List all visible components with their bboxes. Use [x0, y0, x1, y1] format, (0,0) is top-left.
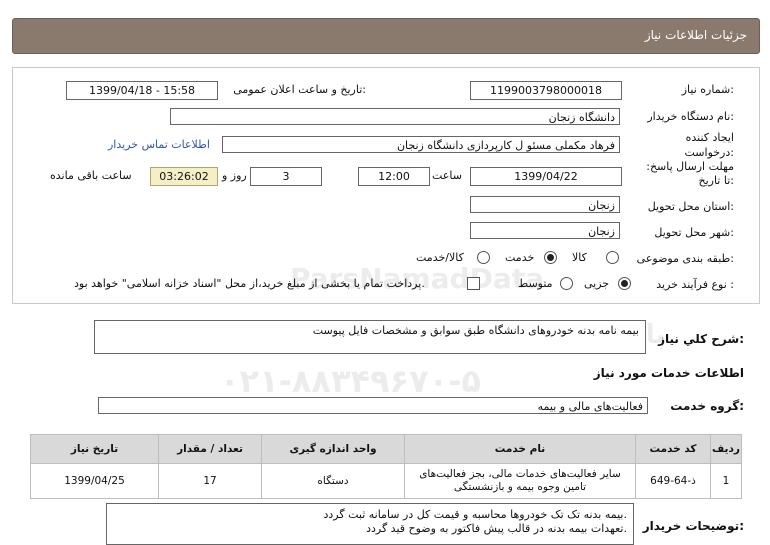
creator-field: فرهاد مکملی مسئو ل کارپردازی دانشگاه زنج…	[222, 136, 620, 153]
category-service-label: خدمت	[505, 251, 535, 264]
buyer-contact-link[interactable]: اطلاعات تماس خریدار	[108, 138, 210, 151]
col-unit: واحد اندازه گیری	[261, 434, 405, 464]
col-date: تاریخ نیاز	[30, 434, 159, 464]
city-label: شهر محل تحویل:	[654, 226, 734, 239]
need-number-field: 1199003798000018	[470, 81, 622, 100]
cell-unit: دستگاه	[261, 463, 405, 499]
table-header-row: ردیف کد خدمت نام خدمت واحد اندازه گیری ت…	[30, 434, 742, 464]
buyer-notes-line2: تعهدات بیمه بدنه در قالب پیش فاکتور به و…	[366, 522, 627, 535]
cell-qty: 17	[158, 463, 262, 499]
cell-date: 1399/04/25	[30, 463, 159, 499]
process-medium-radio[interactable]	[560, 277, 573, 290]
process-minor-label: جزیی	[584, 277, 610, 290]
process-medium-label: متوسط	[518, 277, 553, 290]
col-code: کد خدمت	[635, 434, 711, 464]
page-title: جزئیات اطلاعات نیاز	[644, 28, 747, 42]
category-both-label: کالا/خدمت	[416, 251, 464, 264]
cell-name: سایر فعالیت‌های خدمات مالی، بجز فعالیت‌ه…	[404, 463, 636, 499]
buyer-notes-line1: بیمه بدنه تک تک خودروها محاسبه و قیمت کل…	[323, 508, 627, 521]
col-qty: تعداد / مقدار	[158, 434, 262, 464]
col-row: ردیف	[710, 434, 742, 464]
services-table: ردیف کد خدمت نام خدمت واحد اندازه گیری ت…	[30, 434, 742, 499]
province-label: استان محل تحویل:	[647, 200, 734, 213]
province-field: زنجان	[470, 196, 620, 213]
deadline-label: مهلت ارسال پاسخ: تا تاریخ:	[646, 160, 734, 187]
buyer-field: دانشگاه زنجان	[170, 108, 620, 125]
treasury-payment-text: پرداخت تمام یا بخشی از مبلغ خرید،از محل …	[74, 277, 425, 290]
need-number-label: شماره نیاز:	[681, 83, 734, 96]
time-label: ساعت	[432, 169, 462, 182]
watermark-phone: ۰۲۱-۸۸۳۴۹۶۷۰-۵	[220, 362, 481, 400]
summary-box: بیمه نامه بدنه خودروهای دانشگاه طبق سواب…	[94, 320, 646, 354]
services-title: اطلاعات خدمات مورد نیاز	[593, 366, 744, 380]
deadline-time-field: 12:00	[358, 167, 430, 186]
deadline-date-field: 1399/04/22	[470, 167, 622, 186]
remaining-label: ساعت باقی مانده	[50, 169, 132, 182]
days-label: روز و	[222, 169, 247, 182]
cell-row: 1	[710, 463, 742, 499]
col-name: نام خدمت	[404, 434, 636, 464]
days-field: 3	[250, 167, 322, 186]
summary-label: شرح کلي نياز:	[658, 332, 744, 346]
service-group-field: فعالیت‌های مالی و بیمه	[98, 397, 648, 414]
cell-code: ذ-64-649	[635, 463, 711, 499]
category-label: طبقه بندی موضوعی:	[636, 252, 734, 265]
treasury-payment-checkbox[interactable]	[467, 277, 480, 290]
buyer-label: نام دستگاه خریدار:	[647, 110, 734, 123]
creator-label: ایجاد کننده درخواست:	[684, 131, 735, 159]
summary-text: بیمه نامه بدنه خودروهای دانشگاه طبق سواب…	[312, 324, 639, 337]
announce-field: 1399/04/18 - 15:58	[66, 81, 218, 100]
category-service-radio[interactable]	[544, 251, 557, 264]
buyer-notes-label: توضیحات خریدار:	[642, 519, 744, 533]
category-goods-label: کالا	[572, 251, 587, 264]
service-group-label: گروه خدمت:	[670, 399, 744, 413]
table-row: 1 ذ-64-649 سایر فعالیت‌های خدمات مالی، ب…	[30, 463, 742, 499]
process-label: نوع فرآیند خرید :	[656, 278, 734, 291]
remaining-timer: 03:26:02	[150, 167, 218, 186]
buyer-notes-box: بیمه بدنه تک تک خودروها محاسبه و قیمت کل…	[106, 503, 634, 545]
page-header: جزئیات اطلاعات نیاز	[12, 18, 760, 54]
category-goods-radio[interactable]	[606, 251, 619, 264]
announce-label: تاریخ و ساعت اعلان عمومی:	[233, 83, 366, 96]
process-minor-radio[interactable]	[618, 277, 631, 290]
category-both-radio[interactable]	[477, 251, 490, 264]
city-field: زنجان	[470, 222, 620, 239]
